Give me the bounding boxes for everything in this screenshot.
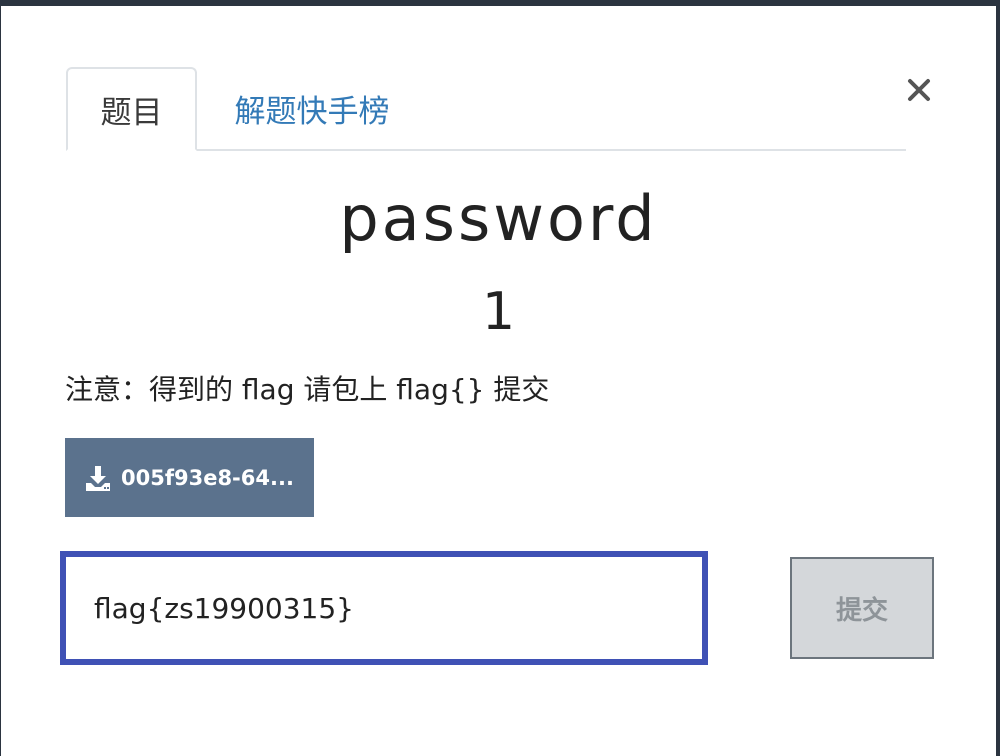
download-file-label: 005f93e8-64... (121, 465, 294, 490)
challenge-modal: 题目 解题快手榜 password 1 注意：得到的 flag 请包上 flag… (1, 6, 996, 756)
download-icon (86, 465, 110, 491)
flag-input[interactable] (60, 551, 708, 665)
tab-challenge[interactable]: 题目 (66, 67, 197, 151)
tab-leaderboard[interactable]: 解题快手榜 (197, 67, 427, 149)
challenge-points: 1 (481, 282, 516, 342)
close-icon (908, 79, 930, 101)
challenge-title: password (339, 182, 658, 255)
close-button[interactable] (899, 70, 939, 110)
download-file-button[interactable]: 005f93e8-64... (65, 438, 314, 517)
modal-tabs: 题目 解题快手榜 (66, 67, 906, 151)
challenge-note: 注意：得到的 flag 请包上 flag{} 提交 (65, 373, 550, 406)
submit-button[interactable]: 提交 (790, 557, 934, 659)
